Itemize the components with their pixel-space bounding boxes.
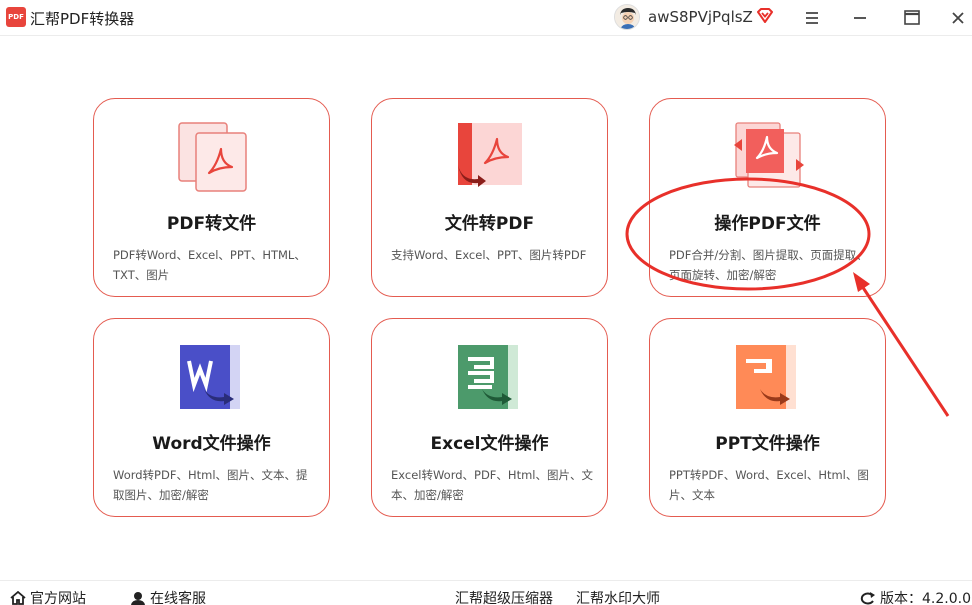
support-link[interactable]: 在线客服	[130, 588, 206, 605]
home-icon	[10, 591, 26, 605]
footer: 官方网站 在线客服 汇帮超级压缩器 汇帮水印大师 版本：4.2.0.0	[0, 580, 972, 605]
card-description: 支持Word、Excel、PPT、图片转PDF	[391, 248, 587, 262]
app-title: 汇帮PDF转换器	[30, 10, 135, 28]
card-excel[interactable]: Excel文件操作 Excel转Word、PDF、Html、图片、文本、加密/解…	[371, 318, 608, 517]
watermark-link[interactable]: 汇帮水印大师	[576, 588, 660, 605]
word-icon	[180, 345, 240, 409]
excel-icon	[458, 345, 518, 409]
username[interactable]: awS8PVjPqlsZ	[648, 8, 753, 26]
card-title: PPT文件操作	[715, 434, 820, 454]
close-icon[interactable]	[946, 6, 970, 30]
card-description: PDF合并/分割、图片提取、页面提取、页面旋转、加密/解密	[669, 248, 868, 282]
card-word[interactable]: Word文件操作 Word转PDF、Html、图片、文本、提取图片、加密/解密	[93, 318, 330, 517]
version-info[interactable]: 版本：4.2.0.0	[860, 588, 971, 605]
avatar-icon	[615, 5, 639, 29]
card-title: 操作PDF文件	[714, 214, 821, 234]
avatar[interactable]	[614, 4, 640, 30]
title-bar: PDF 汇帮PDF转换器 awS8PVjPqlsZ	[0, 0, 972, 36]
card-description: PPT转PDF、Word、Excel、Html、图片、文本	[669, 468, 869, 502]
compressor-link[interactable]: 汇帮超级压缩器	[455, 588, 553, 605]
support-agent-icon	[131, 592, 145, 605]
card-ppt[interactable]: PPT文件操作 PPT转PDF、Word、Excel、Html、图片、文本	[649, 318, 886, 517]
refresh-icon	[860, 592, 875, 605]
website-link[interactable]: 官方网站	[10, 588, 86, 605]
app-logo: PDF	[6, 7, 26, 27]
version-label: 版本：4.2.0.0	[880, 591, 971, 605]
ppt-icon	[736, 345, 796, 409]
card-description: Excel转Word、PDF、Html、图片、文本、加密/解密	[391, 468, 593, 502]
card-title: Excel文件操作	[430, 434, 549, 454]
card-title: Word文件操作	[152, 434, 271, 454]
pdf-files-icon	[178, 122, 247, 192]
card-title: PDF转文件	[166, 214, 257, 234]
card-operate-pdf[interactable]: 操作PDF文件 PDF合并/分割、图片提取、页面提取、页面旋转、加密/解密	[649, 98, 886, 297]
card-description: Word转PDF、Html、图片、文本、提取图片、加密/解密	[113, 468, 308, 502]
card-file-to-pdf[interactable]: 文件转PDF 支持Word、Excel、PPT、图片转PDF	[371, 98, 608, 297]
card-pdf-to-file[interactable]: PDF转文件 PDF转Word、Excel、PPT、HTML、TXT、图片	[93, 98, 330, 297]
file-to-pdf-icon	[458, 123, 522, 187]
card-description: PDF转Word、Excel、PPT、HTML、TXT、图片	[113, 248, 306, 282]
pdf-operate-icon	[734, 122, 804, 188]
maximize-icon[interactable]	[900, 6, 924, 30]
vip-diamond-icon[interactable]	[755, 6, 775, 26]
menu-icon[interactable]	[800, 6, 824, 30]
support-label: 在线客服	[150, 591, 206, 605]
website-label: 官方网站	[30, 591, 86, 605]
card-title: 文件转PDF	[444, 214, 535, 234]
minimize-icon[interactable]	[848, 6, 872, 30]
